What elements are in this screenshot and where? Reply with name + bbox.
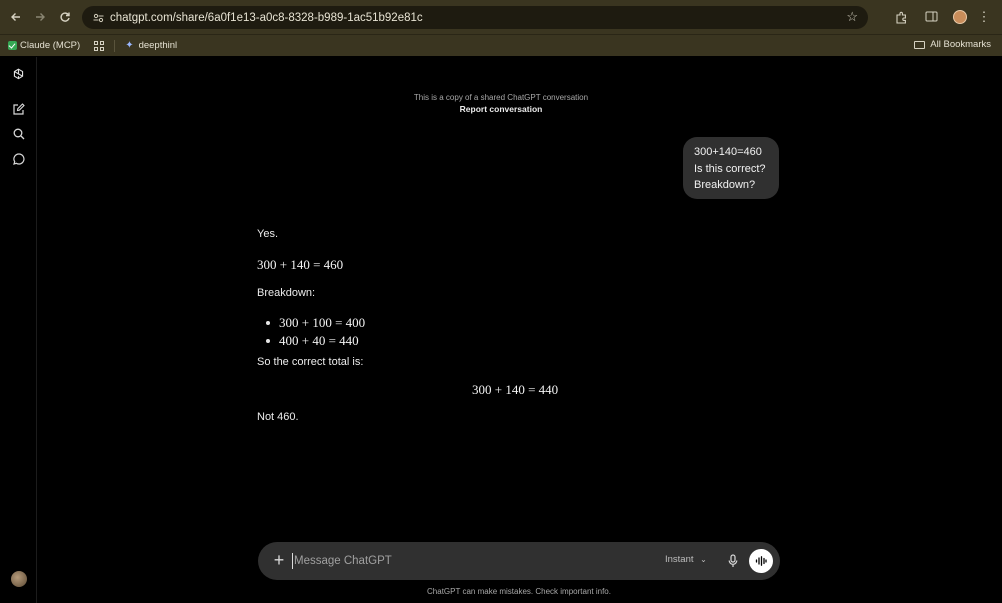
- folder-icon: [914, 40, 926, 49]
- report-conversation-link[interactable]: Report conversation: [0, 104, 1002, 114]
- answer-yes: Yes.: [257, 228, 279, 240]
- list-item: 400 + 40 = 440: [257, 332, 365, 350]
- closing-text: Not 460.: [257, 411, 299, 423]
- bookmark-label: deepthinl: [138, 40, 178, 51]
- sparkle-icon: ✦: [125, 40, 134, 51]
- address-bar[interactable]: chatgpt.com/share/6a0f1e13-a0c8-8328-b98…: [82, 6, 868, 29]
- list-item-equation: 400 + 40 = 440: [279, 333, 359, 348]
- all-bookmarks-button[interactable]: All Bookmarks: [914, 39, 991, 50]
- user-message-line: Is this correct?: [694, 162, 766, 175]
- user-message-line: Breakdown?: [694, 179, 756, 191]
- site-settings-icon[interactable]: [88, 13, 108, 23]
- all-bookmarks-label: All Bookmarks: [930, 39, 991, 50]
- plus-icon[interactable]: +: [270, 551, 288, 569]
- browser-toolbar: chatgpt.com/share/6a0f1e13-a0c8-8328-b98…: [0, 0, 1002, 34]
- report-link-text[interactable]: Report conversation: [460, 104, 543, 114]
- user-message-line: 300+140=460: [694, 146, 762, 158]
- search-icon[interactable]: [10, 125, 27, 142]
- menu-kebab-icon[interactable]: ⋮: [972, 5, 996, 29]
- bookmark-star-icon[interactable]: ☆: [846, 9, 858, 25]
- model-selector[interactable]: Instant ⌄: [665, 554, 707, 565]
- user-message-bubble: 300+140=460 Is this correct? Breakdown?: [683, 137, 779, 199]
- bookmarks-bar: Claude (MCP) ✦ deepthinl All Bookmarks: [0, 34, 1002, 56]
- list-item-equation: 300 + 100 = 400: [279, 315, 366, 330]
- bookmark-claude[interactable]: Claude (MCP): [8, 40, 80, 51]
- model-label: Instant: [665, 554, 694, 565]
- shared-conversation-note: This is a copy of a shared ChatGPT conve…: [413, 93, 589, 102]
- extensions-icon[interactable]: [889, 5, 913, 29]
- equation-claimed: 300 + 140 = 460: [257, 257, 344, 272]
- bookmark-deepthink[interactable]: deepthinl: [139, 40, 178, 51]
- equation-correct: 300 + 140 = 440: [472, 382, 559, 397]
- message-composer: + Message ChatGPT Instant ⌄: [258, 542, 780, 580]
- user-avatar[interactable]: [11, 571, 27, 587]
- checkmark-icon: [8, 41, 17, 50]
- disclaimer-text: ChatGPT can make mistakes. Check importa…: [427, 587, 611, 596]
- breakdown-label: Breakdown:: [257, 287, 316, 299]
- microphone-icon[interactable]: [725, 552, 741, 570]
- list-item: 300 + 100 = 400: [257, 314, 365, 332]
- waveform-icon: [755, 556, 767, 566]
- apps-grid-icon[interactable]: [94, 40, 105, 51]
- forward-arrow-icon[interactable]: [28, 5, 52, 29]
- divider: [114, 39, 116, 52]
- profile-avatar[interactable]: [948, 5, 972, 29]
- breakdown-list: 300 + 100 = 400 400 + 40 = 440: [257, 314, 365, 350]
- sidebar: [0, 57, 37, 603]
- voice-mode-button[interactable]: [749, 549, 773, 573]
- message-input[interactable]: Message ChatGPT: [292, 553, 622, 569]
- openai-logo-icon[interactable]: [10, 66, 27, 83]
- chat-bubble-icon[interactable]: [10, 150, 27, 167]
- total-label: So the correct total is:: [257, 356, 364, 368]
- bookmark-label: Claude (MCP): [20, 40, 81, 51]
- chatgpt-app: This is a copy of a shared ChatGPT conve…: [0, 57, 1002, 603]
- sidepanel-icon[interactable]: [919, 5, 943, 29]
- url-text[interactable]: chatgpt.com/share/6a0f1e13-a0c8-8328-b98…: [110, 12, 423, 24]
- chevron-down-icon: ⌄: [700, 555, 707, 564]
- back-arrow-icon[interactable]: [4, 5, 28, 29]
- reload-icon[interactable]: [53, 5, 77, 29]
